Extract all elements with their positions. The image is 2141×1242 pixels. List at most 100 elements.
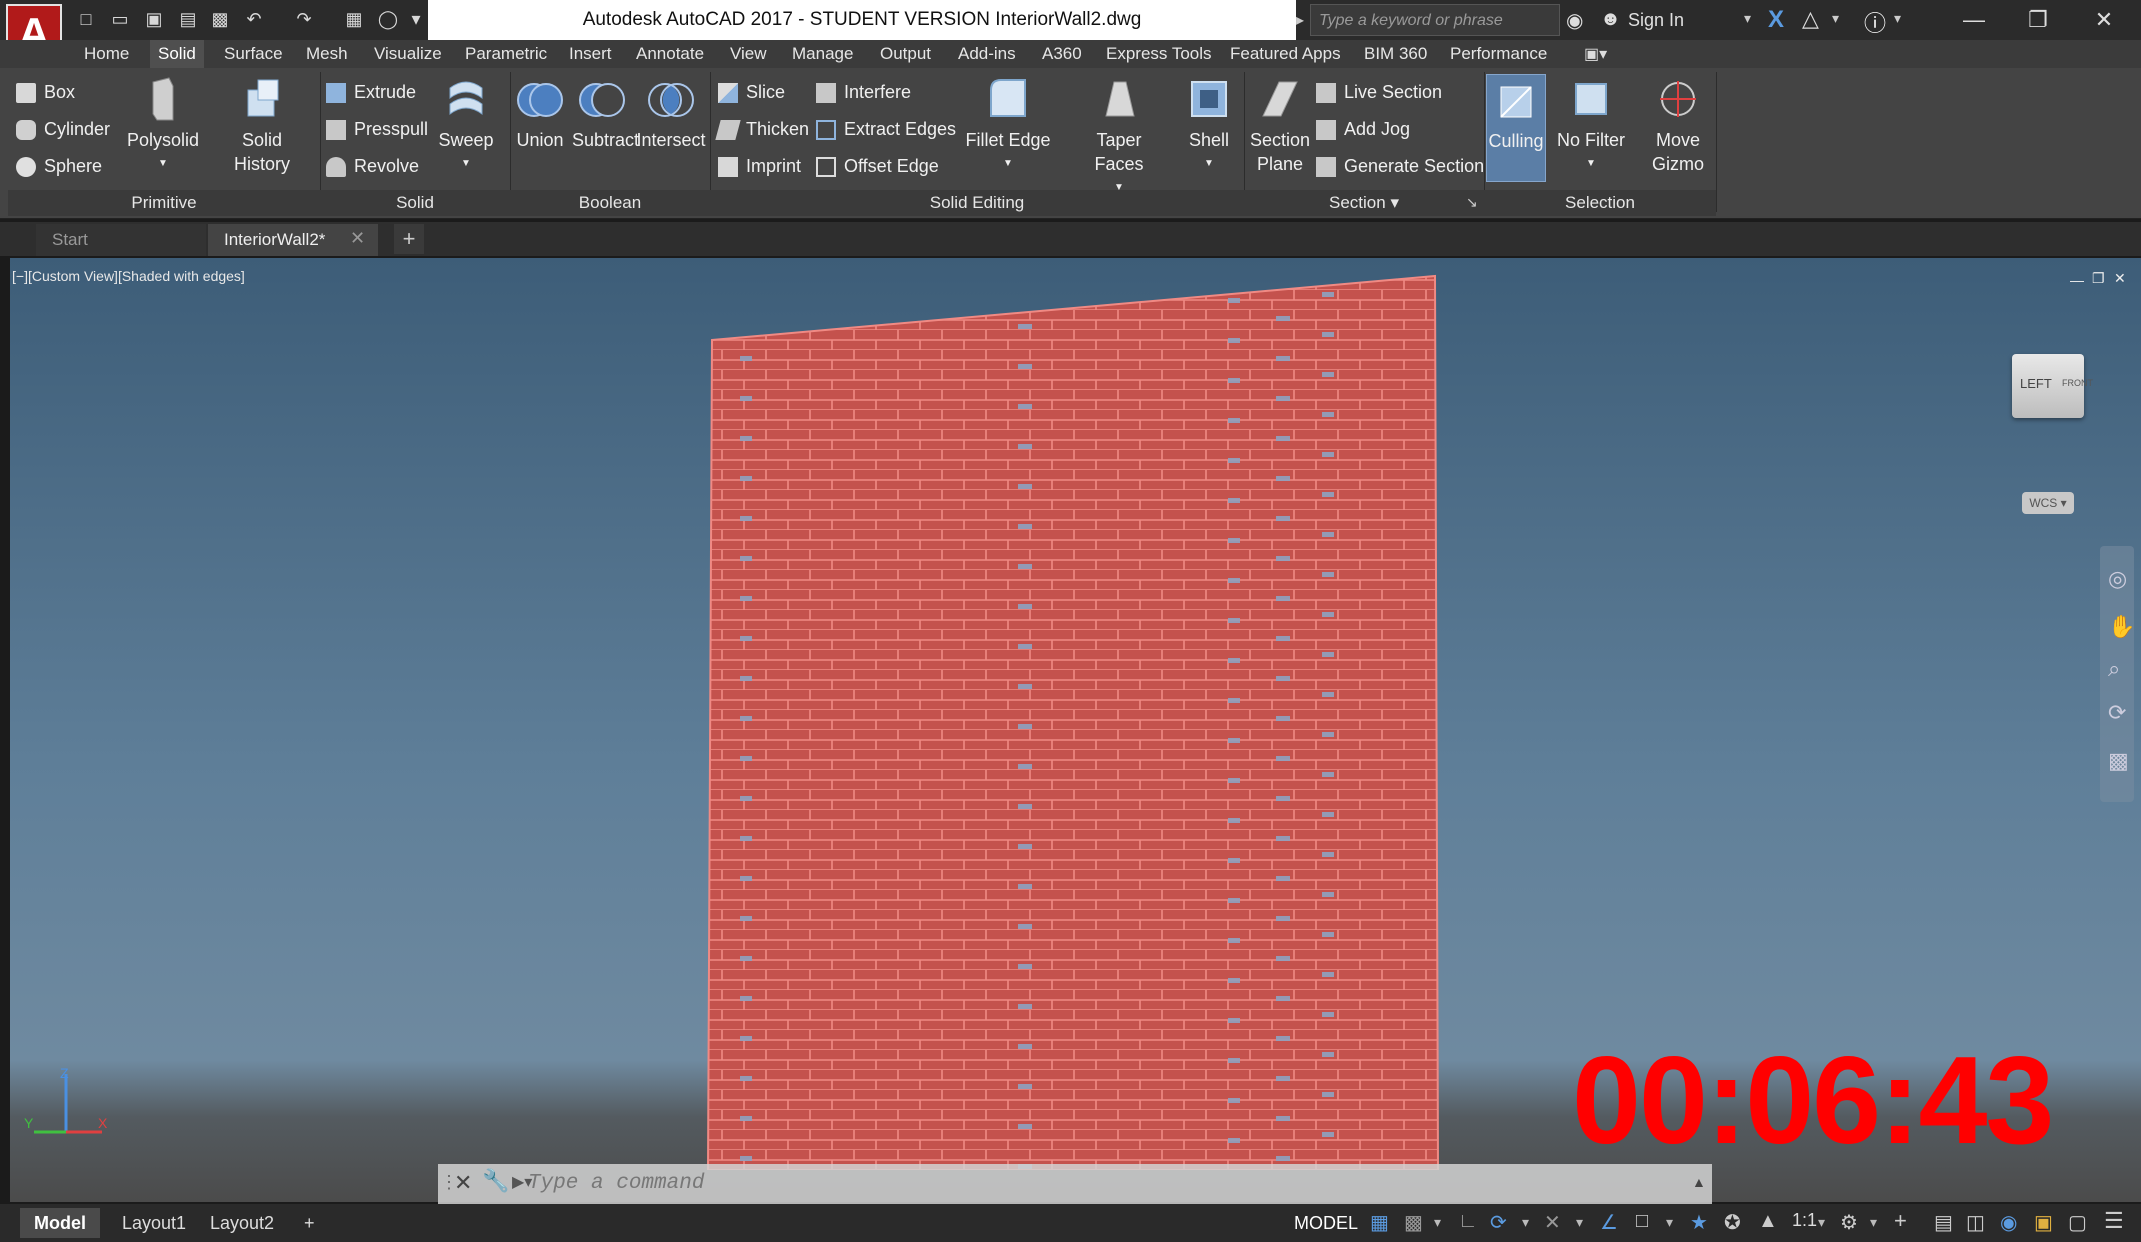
viewport-close-icon[interactable]: ✕: [2114, 270, 2126, 287]
command-customize-icon[interactable]: 🔧: [482, 1168, 509, 1194]
scale-dropdown-icon[interactable]: ▾: [1818, 1214, 1825, 1231]
tab-add-ins[interactable]: Add-ins: [950, 40, 1024, 68]
tab-express-tools[interactable]: Express Tools: [1098, 40, 1220, 68]
isolate-objects-icon[interactable]: ◉: [2000, 1210, 2017, 1235]
ortho-icon[interactable]: ∟: [1458, 1210, 1478, 1233]
exchange-icon[interactable]: X: [1768, 6, 1784, 34]
quick-properties-icon[interactable]: ◫: [1966, 1210, 1985, 1235]
close-tab-icon[interactable]: ✕: [350, 228, 365, 249]
tab-home[interactable]: Home: [76, 40, 137, 68]
viewport-controls-label[interactable]: [−][Custom View][Shaded with edges]: [12, 268, 245, 284]
union-button[interactable]: Union: [512, 76, 568, 152]
search-input[interactable]: Type a keyword or phrase: [1310, 4, 1560, 36]
polar-tracking-icon[interactable]: ⟳: [1490, 1210, 1507, 1235]
model-space-toggle[interactable]: MODEL: [1294, 1206, 1358, 1240]
new-tab-button[interactable]: +: [394, 224, 424, 254]
tab-output[interactable]: Output: [872, 40, 939, 68]
polysolid-button[interactable]: Polysolid ▼: [124, 76, 202, 176]
auto-scale-icon[interactable]: ✪: [1724, 1210, 1741, 1235]
viewcube-left-face[interactable]: LEFT: [2020, 376, 2052, 391]
pan-icon[interactable]: ✋: [2108, 614, 2135, 640]
tab-performance[interactable]: Performance: [1442, 40, 1555, 68]
undo-icon[interactable]: ↶: [242, 8, 266, 30]
share-icon[interactable]: ◯: [376, 8, 400, 30]
command-history-icon[interactable]: ▲: [1692, 1174, 1706, 1190]
object-snap-icon[interactable]: □: [1636, 1210, 1648, 1233]
tab-featured-apps[interactable]: Featured Apps: [1222, 40, 1349, 68]
culling-button[interactable]: Culling: [1486, 74, 1546, 182]
snap-dropdown-icon[interactable]: ▾: [1434, 1214, 1441, 1231]
help-icon[interactable]: ⓘ: [1864, 6, 1886, 38]
tab-a360[interactable]: A360: [1034, 40, 1090, 68]
fillet-edge-button[interactable]: Fillet Edge ▼: [960, 76, 1056, 176]
move-gizmo-button[interactable]: Move Gizmo: [1642, 76, 1714, 176]
extrude-button[interactable]: Extrude: [326, 76, 416, 108]
minimize-button[interactable]: —: [1944, 0, 2004, 40]
viewcube[interactable]: LEFT FRONT: [2012, 354, 2093, 418]
close-button[interactable]: ✕: [2074, 0, 2134, 40]
cylinder-button[interactable]: Cylinder: [16, 113, 110, 145]
autodesk-360-icon[interactable]: △: [1802, 6, 1819, 32]
isometric-icon[interactable]: ✕: [1544, 1210, 1561, 1235]
object-snap-tracking-icon[interactable]: ∠: [1600, 1210, 1618, 1235]
sign-in-button[interactable]: Sign In: [1628, 0, 1684, 40]
snap-icon[interactable]: ▩: [1404, 1210, 1423, 1235]
showmotion-icon[interactable]: ▩: [2108, 748, 2129, 774]
save-icon[interactable]: ▣: [142, 8, 166, 30]
revolve-button[interactable]: Revolve: [326, 150, 419, 182]
tab-parametric[interactable]: Parametric: [457, 40, 555, 68]
command-input[interactable]: Type a command: [528, 1168, 1678, 1200]
tab-layout1[interactable]: Layout1: [108, 1208, 200, 1238]
tab-bim-360[interactable]: BIM 360: [1356, 40, 1435, 68]
tab-solid[interactable]: Solid: [150, 40, 204, 68]
polar-dropdown-icon[interactable]: ▾: [1522, 1214, 1529, 1231]
orbit-icon[interactable]: ⟳: [2108, 700, 2126, 726]
sphere-button[interactable]: Sphere: [16, 150, 102, 182]
tab-surface[interactable]: Surface: [216, 40, 291, 68]
units-icon[interactable]: ▤: [1934, 1210, 1953, 1235]
hardware-acceleration-icon[interactable]: ▣: [2034, 1210, 2053, 1235]
plot-icon[interactable]: ▦: [342, 8, 366, 30]
box-button[interactable]: Box: [16, 76, 75, 108]
new-file-icon[interactable]: □: [74, 8, 98, 30]
live-section-button[interactable]: Live Section: [1316, 76, 1442, 108]
help-dropdown-icon[interactable]: ▾: [1894, 10, 1901, 27]
tab-annotate[interactable]: Annotate: [628, 40, 712, 68]
print-icon[interactable]: ▩: [208, 8, 232, 30]
no-filter-button[interactable]: No Filter ▼: [1552, 76, 1630, 176]
steering-wheel-icon[interactable]: ◎: [2108, 566, 2127, 592]
generate-section-button[interactable]: Generate Section: [1316, 150, 1484, 182]
solid-history-button[interactable]: Solid History: [212, 76, 312, 176]
iso-dropdown-icon[interactable]: ▾: [1576, 1214, 1583, 1231]
tab-start[interactable]: Start: [36, 224, 206, 256]
offset-edge-button[interactable]: Offset Edge: [816, 150, 939, 182]
add-jog-button[interactable]: Add Jog: [1316, 113, 1410, 145]
intersect-button[interactable]: Intersect: [636, 76, 706, 152]
tab-layout2[interactable]: Layout2: [196, 1208, 288, 1238]
interfere-button[interactable]: Interfere: [816, 76, 911, 108]
sweep-button[interactable]: Sweep ▼: [434, 76, 498, 176]
tab-visualize[interactable]: Visualize: [366, 40, 450, 68]
shell-button[interactable]: Shell ▼: [1178, 76, 1240, 176]
tab-insert[interactable]: Insert: [561, 40, 620, 68]
a360-dropdown-icon[interactable]: ▾: [1832, 10, 1839, 27]
annotation-visibility-icon[interactable]: ★: [1690, 1210, 1708, 1235]
tab-mesh[interactable]: Mesh: [298, 40, 356, 68]
save-as-icon[interactable]: ▤: [176, 8, 200, 30]
tab-manage[interactable]: Manage: [784, 40, 861, 68]
panel-label-section[interactable]: Section ▾: [1244, 190, 1484, 216]
open-file-icon[interactable]: ▭: [108, 8, 132, 30]
annotation-scale-icon[interactable]: ▲: [1758, 1210, 1778, 1233]
imprint-button[interactable]: Imprint: [718, 150, 801, 182]
brick-wall-model[interactable]: [700, 270, 1450, 1170]
search-expand-icon[interactable]: ▸: [1296, 10, 1304, 30]
wcs-menu[interactable]: WCS ▾: [2022, 492, 2074, 514]
command-close-icon[interactable]: ✕: [454, 1170, 472, 1196]
viewport-minimize-icon[interactable]: —: [2070, 272, 2084, 288]
add-layout-button[interactable]: +: [290, 1208, 329, 1238]
extract-edges-button[interactable]: Extract Edges: [816, 113, 956, 145]
thicken-button[interactable]: Thicken: [715, 113, 809, 145]
tab-view[interactable]: View: [722, 40, 775, 68]
tab-model[interactable]: Model: [20, 1208, 100, 1238]
subtract-button[interactable]: Subtract: [572, 76, 639, 152]
